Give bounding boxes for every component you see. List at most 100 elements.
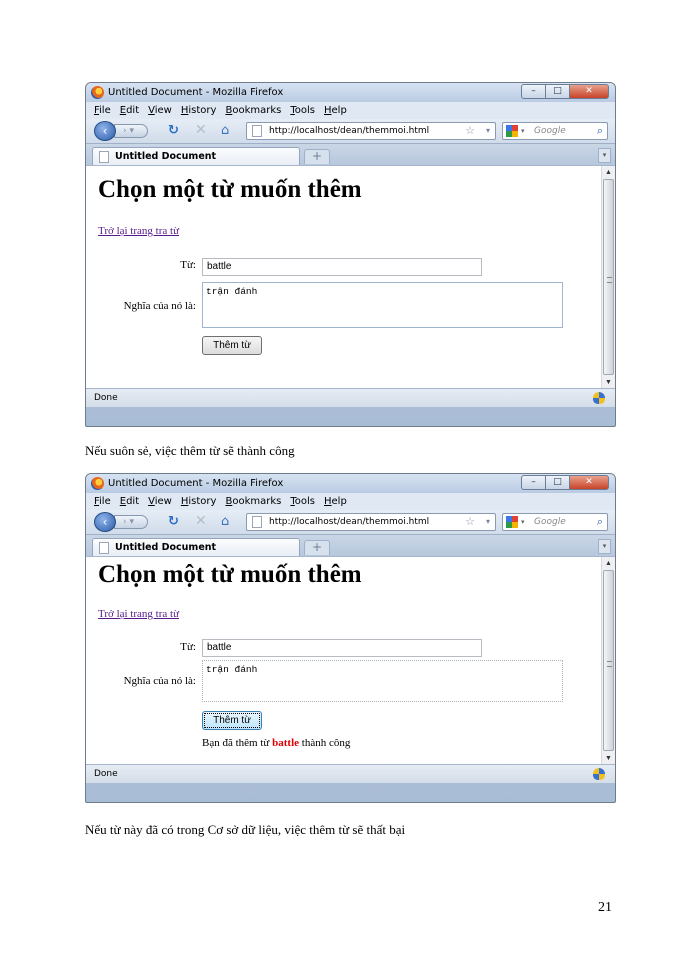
tab-list-dropdown-icon[interactable]: ▾ <box>598 148 611 163</box>
back-button[interactable]: ‹ <box>94 512 116 532</box>
title-bar: Untitled Document - Mozilla Firefox – □ … <box>86 474 615 493</box>
result-prefix: Bạn đã thêm từ <box>202 737 273 749</box>
window-title: Untitled Document - Mozilla Firefox <box>108 87 284 98</box>
navigation-toolbar: › ▾ ‹ ↻ ✕ ⌂ http://localhost/dean/themmo… <box>86 119 615 143</box>
back-link[interactable]: Trở lại trang tra từ <box>98 225 179 237</box>
caption-failure: Nếu từ này đã có trong Cơ sở dữ liệu, vi… <box>85 822 406 837</box>
search-icon[interactable]: ⌕ <box>597 123 603 139</box>
menu-bookmarks[interactable]: Bookmarks <box>225 102 281 119</box>
browser-window-2: Untitled Document - Mozilla Firefox – □ … <box>85 473 616 803</box>
minimize-button[interactable]: – <box>521 84 545 99</box>
close-button[interactable]: ✕ <box>569 475 609 490</box>
word-label: Từ: <box>180 641 196 653</box>
scrollbar-thumb[interactable] <box>603 570 614 751</box>
menu-tools[interactable]: Tools <box>290 102 315 119</box>
scroll-up-icon[interactable]: ▲ <box>602 557 615 569</box>
back-link[interactable]: Trở lại trang tra từ <box>98 608 179 620</box>
search-placeholder: Google <box>534 126 566 136</box>
status-bar: Done <box>86 388 615 407</box>
reload-icon[interactable]: ↻ <box>168 122 179 139</box>
stop-icon[interactable]: ✕ <box>195 122 207 139</box>
back-button[interactable]: ‹ <box>94 121 116 141</box>
menu-bar: File Edit View History Bookmarks Tools H… <box>86 493 615 510</box>
minimize-button[interactable]: – <box>521 475 545 490</box>
search-engine-dropdown-icon[interactable]: ▾ <box>521 514 525 530</box>
scrollbar-thumb[interactable] <box>603 179 614 375</box>
close-button[interactable]: ✕ <box>569 84 609 99</box>
menu-help[interactable]: Help <box>324 493 347 510</box>
maximize-button[interactable]: □ <box>545 475 569 490</box>
word-input[interactable]: battle <box>202 639 482 657</box>
menu-view[interactable]: View <box>148 493 172 510</box>
scroll-up-icon[interactable]: ▲ <box>602 166 615 178</box>
result-word: battle <box>272 737 300 749</box>
browser-window-1: Untitled Document - Mozilla Firefox – □ … <box>85 82 616 427</box>
tab-strip: Untitled Document + ▾ <box>86 534 615 557</box>
menu-help[interactable]: Help <box>324 102 347 119</box>
vertical-scrollbar[interactable]: ▲ ▼ <box>601 166 615 388</box>
page-content: Chọn một từ muốn thêm Trở lại trang tra … <box>86 556 615 764</box>
maximize-button[interactable]: □ <box>545 84 569 99</box>
menu-file[interactable]: File <box>94 102 111 119</box>
home-icon[interactable]: ⌂ <box>221 122 229 139</box>
tab-list-dropdown-icon[interactable]: ▾ <box>598 539 611 554</box>
search-box[interactable]: ▾ Google ⌕ <box>502 513 608 531</box>
stop-icon[interactable]: ✕ <box>195 513 207 530</box>
result-suffix: thành công <box>299 737 351 749</box>
menu-bar: File Edit View History Bookmarks Tools H… <box>86 102 615 119</box>
scroll-down-icon[interactable]: ▼ <box>602 376 615 388</box>
security-shield-icon <box>593 768 605 780</box>
word-label: Từ: <box>180 259 196 271</box>
url-dropdown-icon[interactable]: ▾ <box>486 514 490 530</box>
add-word-button[interactable]: Thêm từ <box>202 711 262 730</box>
menu-bookmarks[interactable]: Bookmarks <box>225 493 281 510</box>
url-bar[interactable]: http://localhost/dean/themmoi.html ☆ ▾ <box>246 513 496 531</box>
url-text: http://localhost/dean/themmoi.html <box>269 517 430 527</box>
status-text: Done <box>94 393 118 403</box>
document-icon <box>99 542 109 554</box>
word-input[interactable]: battle <box>202 258 482 276</box>
search-placeholder: Google <box>534 517 566 527</box>
add-word-button[interactable]: Thêm từ <box>202 336 262 355</box>
tab-untitled-document[interactable]: Untitled Document <box>92 147 300 166</box>
bookmark-star-icon[interactable]: ☆ <box>465 123 475 139</box>
menu-history[interactable]: History <box>181 493 217 510</box>
status-bar: Done <box>86 764 615 783</box>
caption-success: Nếu suôn sẻ, việc thêm từ sẽ thành công <box>85 443 295 458</box>
search-box[interactable]: ▾ Google ⌕ <box>502 122 608 140</box>
url-dropdown-icon[interactable]: ▾ <box>486 123 490 139</box>
home-icon[interactable]: ⌂ <box>221 513 229 530</box>
document-icon <box>99 151 109 163</box>
new-tab-button[interactable]: + <box>304 540 330 555</box>
menu-edit[interactable]: Edit <box>120 102 139 119</box>
menu-view[interactable]: View <box>148 102 172 119</box>
search-engine-dropdown-icon[interactable]: ▾ <box>521 123 525 139</box>
security-shield-icon <box>593 392 605 404</box>
page-icon <box>252 125 262 137</box>
menu-edit[interactable]: Edit <box>120 493 139 510</box>
page-heading: Chọn một từ muốn thêm <box>98 176 362 203</box>
result-message: Bạn đã thêm từ battle thành công <box>202 737 350 749</box>
tab-untitled-document[interactable]: Untitled Document <box>92 538 300 557</box>
meaning-textarea[interactable]: trận đánh <box>202 660 563 702</box>
menu-tools[interactable]: Tools <box>290 493 315 510</box>
scroll-down-icon[interactable]: ▼ <box>602 752 615 764</box>
bookmark-star-icon[interactable]: ☆ <box>465 514 475 530</box>
tab-title: Untitled Document <box>115 542 217 553</box>
title-bar: Untitled Document - Mozilla Firefox – □ … <box>86 83 615 102</box>
page-number: 21 <box>598 900 612 915</box>
meaning-label: Nghĩa của nó là: <box>123 675 196 687</box>
search-icon[interactable]: ⌕ <box>597 514 603 530</box>
meaning-textarea[interactable]: trận đánh <box>202 282 563 328</box>
forward-button[interactable]: › ▾ <box>114 515 148 529</box>
new-tab-button[interactable]: + <box>304 149 330 164</box>
tab-strip: Untitled Document + ▾ <box>86 143 615 166</box>
window-controls: – □ ✕ <box>521 84 609 99</box>
google-icon <box>506 125 518 137</box>
menu-history[interactable]: History <box>181 102 217 119</box>
menu-file[interactable]: File <box>94 493 111 510</box>
url-bar[interactable]: http://localhost/dean/themmoi.html ☆ ▾ <box>246 122 496 140</box>
vertical-scrollbar[interactable]: ▲ ▼ <box>601 557 615 764</box>
reload-icon[interactable]: ↻ <box>168 513 179 530</box>
forward-button[interactable]: › ▾ <box>114 124 148 138</box>
